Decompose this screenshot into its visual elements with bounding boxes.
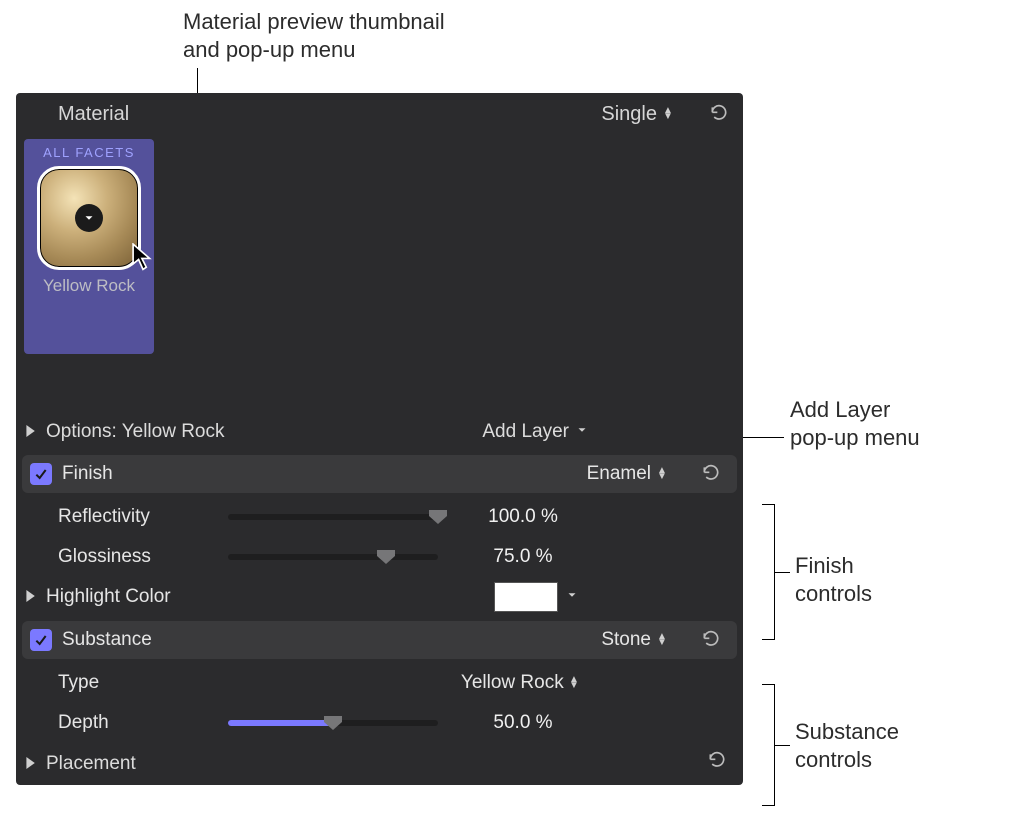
mouse-cursor-icon [132,243,154,269]
substance-label: Substance [62,629,152,651]
material-mode-popup[interactable]: Single [601,103,673,126]
finish-label: Finish [62,463,113,485]
updown-icon [663,108,673,120]
chevron-down-icon [82,211,96,225]
callout-finish-controls: Finish controls [795,552,872,607]
updown-icon [657,468,667,480]
substance-group-header: Substance Stone [22,621,737,659]
highlight-color-well[interactable] [495,583,557,611]
substance-type-value: Stone [601,629,651,651]
bracket-finish [762,504,775,640]
options-disclosure[interactable] [24,421,46,443]
highlight-color-row: Highlight Color [16,577,743,617]
type-label: Type [58,672,228,694]
material-tile-area: ALL FACETS Yellow Rock [16,135,743,413]
substance-enable-checkbox[interactable] [30,629,52,651]
substance-reset-button[interactable] [701,630,723,650]
reflectivity-value[interactable]: 100.0 % [458,506,588,528]
finish-reset-button[interactable] [701,464,723,484]
highlight-color-label: Highlight Color [46,586,216,608]
callout-add-layer: Add Layer pop-up menu [790,396,920,451]
substance-type-row: Type Yellow Rock [16,663,743,703]
slider-thumb-icon [429,510,447,524]
substance-type-value-text: Yellow Rock [461,672,564,693]
reflectivity-label: Reflectivity [58,506,228,528]
placement-reset-button[interactable] [707,751,729,777]
glossiness-value[interactable]: 75.0 % [458,546,588,568]
substance-type-value-popup[interactable]: Yellow Rock [461,672,579,694]
placement-disclosure[interactable] [24,753,46,775]
highlight-disclosure[interactable] [24,586,46,608]
options-label: Options: Yellow Rock [46,421,225,443]
slider-thumb-icon [324,716,342,730]
finish-group-header: Finish Enamel [22,455,737,493]
material-name: Yellow Rock [30,276,148,296]
depth-slider[interactable] [228,720,438,726]
reflectivity-slider[interactable] [228,514,438,520]
slider-thumb-icon [377,550,395,564]
placement-row: Placement [16,743,743,785]
options-row: Options: Yellow Rock Add Layer [16,413,743,451]
add-layer-popup[interactable]: Add Layer [482,421,589,443]
glossiness-slider[interactable] [228,554,438,560]
panel-header: Material Single [16,93,743,135]
depth-value[interactable]: 50.0 % [458,712,588,734]
callout-thumbnail: Material preview thumbnail and pop-up me… [183,8,445,63]
material-preview-thumbnail[interactable] [37,166,141,270]
add-layer-label: Add Layer [482,421,569,443]
material-inspector-panel: Material Single ALL FACETS Yellow Rock [16,93,743,785]
finish-enable-checkbox[interactable] [30,463,52,485]
material-mode-label: Single [601,103,657,126]
updown-icon [657,634,667,646]
depth-row: Depth 50.0 % [16,703,743,743]
substance-type-popup[interactable]: Stone [601,629,667,651]
finish-type-popup[interactable]: Enamel [587,463,667,485]
highlight-color-popup[interactable] [565,586,579,608]
glossiness-row: Glossiness 75.0 % [16,537,743,577]
bracket-substance [762,684,775,806]
finish-type-value: Enamel [587,463,651,485]
updown-icon [569,677,579,689]
chevron-down-icon [575,421,589,443]
reset-button[interactable] [709,104,729,124]
reflectivity-row: Reflectivity 100.0 % [16,497,743,537]
facets-label: ALL FACETS [30,145,148,160]
callout-substance-controls: Substance controls [795,718,899,773]
placement-label: Placement [46,753,136,775]
depth-label: Depth [58,712,228,734]
material-popup-chevron[interactable] [75,204,103,232]
glossiness-label: Glossiness [58,546,228,568]
panel-title: Material [58,103,129,126]
